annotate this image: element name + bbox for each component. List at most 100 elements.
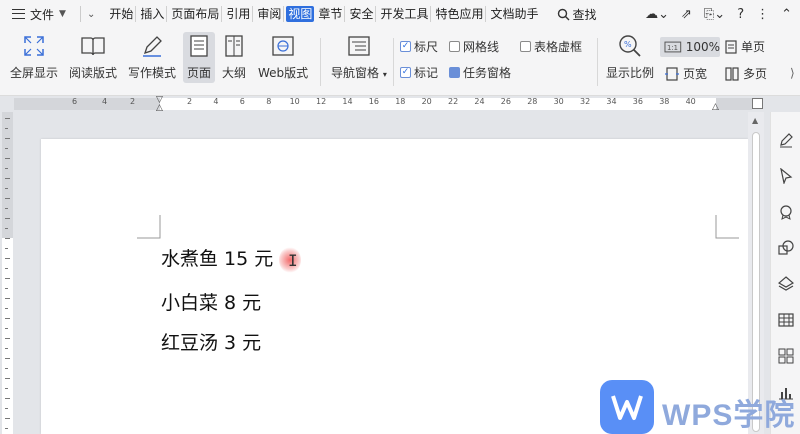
ribbon-scroll-right-icon[interactable]: ⟩ (790, 66, 795, 80)
document-line[interactable]: 红豆汤 3 元 (161, 328, 261, 355)
vruler-tick (5, 318, 10, 319)
vruler-tick (5, 258, 10, 259)
ruler-tick: 16 (368, 97, 379, 106)
ruler-right-margin (716, 98, 752, 110)
page-width-icon (665, 66, 679, 81)
page-view-button[interactable]: 页面 (183, 32, 216, 83)
table-gridlines-checkbox[interactable]: 表格虚框 (520, 38, 582, 55)
outline-view-button[interactable]: 大纲 (222, 34, 246, 81)
tab-features[interactable]: 特色应用 (433, 6, 487, 22)
reading-layout-button[interactable]: 阅读版式 (69, 34, 117, 81)
quick-access-dropdown-icon[interactable]: ⌄ (87, 9, 95, 20)
checkbox-checked-icon: ✓ (400, 67, 411, 78)
single-page-icon (725, 39, 737, 54)
vruler-tick (5, 298, 10, 299)
ruler-tick: 22 (448, 97, 459, 106)
tab-home[interactable]: 开始 (107, 6, 137, 22)
select-pointer-icon[interactable] (778, 168, 794, 184)
vruler-tick (5, 218, 10, 219)
collapse-ribbon-icon[interactable]: ⌃ (781, 7, 792, 22)
badge-icon[interactable] (778, 204, 794, 220)
ruler-tick: 2 (187, 97, 193, 106)
more-icon[interactable]: ⋮ (756, 7, 769, 22)
ruler-tick: 24 (474, 97, 485, 106)
web-layout-button[interactable]: Web版式 (258, 34, 308, 81)
title-right-icons: ☁⌄ ⇗ ⎘⌄ ? ⋮ ⌃ (645, 0, 792, 28)
ruler-left-margin (14, 98, 160, 110)
page-width-button[interactable]: 页宽 (665, 65, 707, 82)
right-indent-marker-icon[interactable]: △ (712, 102, 719, 112)
gridlines-checkbox[interactable]: 网格线 (449, 38, 499, 55)
tab-insert[interactable]: 插入 (138, 6, 168, 22)
single-page-button[interactable]: 单页 (725, 38, 765, 55)
zoom-100-button[interactable]: 1:1 100% (660, 37, 720, 57)
multi-page-icon (725, 66, 739, 81)
horizontal-ruler[interactable]: 6 4 2 ▽ △ 2 4 6 8 10 12 14 16 18 20 22 24 26 28 30 32 34 3… (0, 96, 800, 113)
scroll-up-icon[interactable]: ▲ (752, 116, 758, 125)
ruler-tick: 20 (421, 97, 432, 106)
vruler-tick (5, 128, 8, 129)
nav-pane-button[interactable]: 导航窗格 ▾ (331, 34, 387, 81)
vruler-tick (5, 138, 10, 139)
layers-icon[interactable] (778, 276, 794, 292)
ruler-tick: 10 (289, 97, 300, 106)
indent-marker-icon[interactable]: ▽ △ (156, 96, 163, 113)
tab-doc-assistant[interactable]: 文档助手 (488, 6, 540, 22)
vertical-scrollbar[interactable]: ▲ (748, 112, 764, 434)
marks-checkbox[interactable]: ✓ 标记 (400, 64, 438, 81)
ruler-toggle-icon[interactable] (752, 98, 763, 109)
outline-icon (222, 34, 246, 58)
scrollbar-thumb[interactable] (752, 132, 760, 432)
apps-grid-icon[interactable] (778, 348, 794, 364)
ruler-tick: 4 (213, 97, 219, 106)
wps-logo-icon (600, 380, 654, 434)
shapes-icon[interactable] (778, 240, 794, 256)
vruler-tick (5, 328, 8, 329)
share-icon[interactable]: ⇗ (681, 7, 692, 22)
vruler-tick (5, 188, 8, 189)
tab-review[interactable]: 审阅 (255, 6, 285, 22)
page-icon (187, 34, 211, 58)
nav-pane-icon (347, 34, 371, 58)
document-line[interactable]: 水煮鱼 15 元 (161, 244, 273, 271)
vruler-tick (5, 168, 8, 169)
export-icon[interactable]: ⎘⌄ (704, 7, 725, 22)
taskpane-label: 任务窗格 (463, 66, 512, 80)
fullscreen-button[interactable]: 全屏显示 (10, 34, 58, 81)
tab-sections[interactable]: 章节 (316, 6, 346, 22)
ruler-tick: 4 (102, 97, 108, 106)
ribbon-toolbar: 全屏显示 阅读版式 写作模式 页面 大纲 Web版式 导航窗格 ▾ ✓ 标尺 网… (0, 28, 800, 96)
ruler-tick: 14 (342, 97, 353, 106)
edit-pen-icon[interactable] (778, 132, 794, 148)
zoom-ratio-button[interactable]: % 显示比例 (606, 34, 654, 81)
vruler-tick (5, 208, 8, 209)
table-icon[interactable] (778, 312, 794, 328)
vruler-tick (5, 398, 10, 399)
search-button[interactable]: 查找 (557, 6, 597, 23)
tab-page-layout[interactable]: 页面布局 (169, 6, 223, 22)
tab-developer[interactable]: 开发工具 (378, 6, 432, 22)
single-page-label: 单页 (741, 40, 766, 54)
fullscreen-label: 全屏显示 (10, 66, 59, 80)
vruler-tick (5, 238, 10, 239)
ruler-checkbox[interactable]: ✓ 标尺 (400, 38, 438, 55)
cloud-sync-icon[interactable]: ☁⌄ (645, 7, 669, 22)
vertical-ruler[interactable] (0, 112, 14, 434)
taskpane-checkbox[interactable]: 任务窗格 (449, 64, 511, 81)
tab-security[interactable]: 安全 (347, 6, 377, 22)
zoom-100-label: 100% (685, 40, 720, 54)
ruler-label: 标尺 (414, 40, 439, 54)
ruler-tick: 6 (239, 97, 245, 106)
multi-page-button[interactable]: 多页 (725, 65, 767, 82)
tab-references[interactable]: 引用 (224, 6, 254, 22)
document-line[interactable]: 小白菜 8 元 (161, 288, 261, 315)
svg-text:1:1: 1:1 (667, 44, 678, 52)
writing-mode-button[interactable]: 写作模式 (128, 34, 176, 81)
tab-view[interactable]: 视图 (286, 6, 315, 22)
book-icon (81, 34, 105, 58)
help-icon[interactable]: ? (737, 7, 744, 22)
vruler-tick (5, 428, 8, 429)
ruler-tick: 18 (395, 97, 406, 106)
file-menu[interactable]: 文件 ▼ (0, 0, 74, 28)
nav-pane-label: 导航窗格 ▾ (331, 66, 387, 80)
